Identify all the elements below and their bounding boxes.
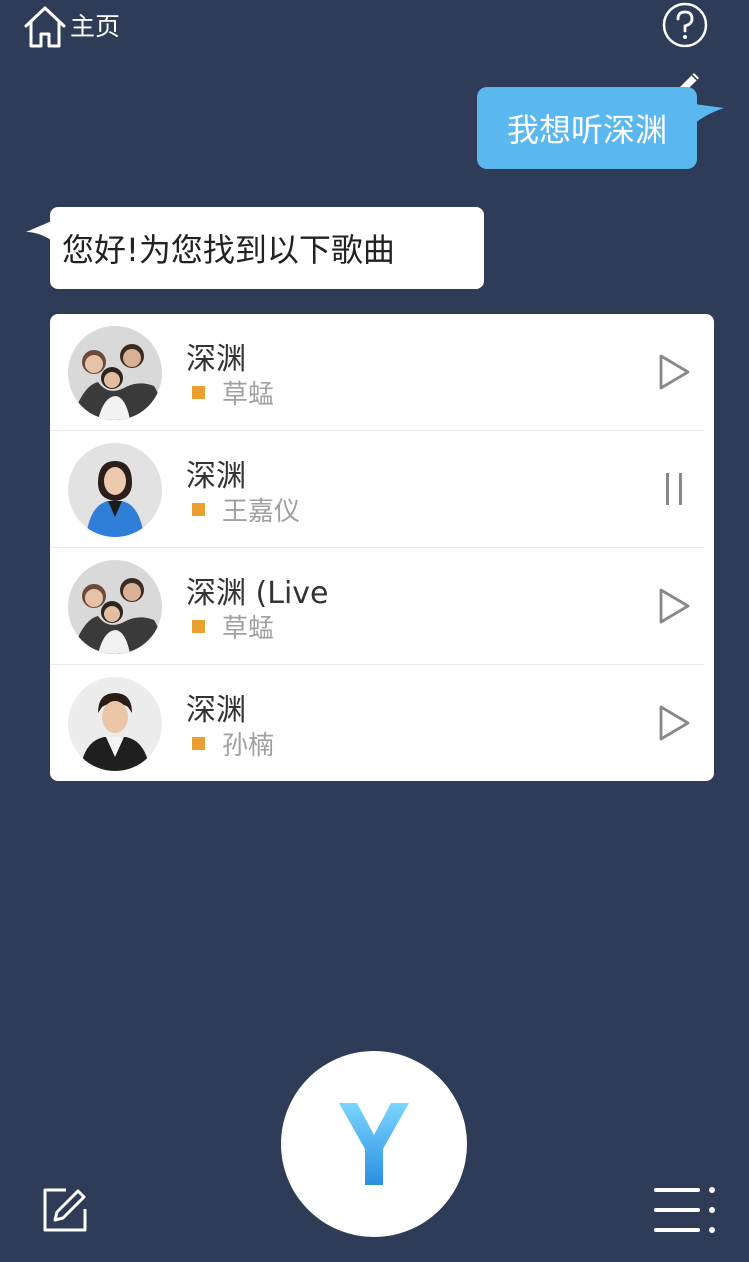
artist-avatar: [68, 443, 162, 537]
song-artist: 孙楠: [222, 731, 275, 761]
artist-marker: [192, 737, 205, 750]
play-icon[interactable]: [656, 352, 692, 392]
help-icon[interactable]: [660, 0, 710, 50]
artist-avatar: [68, 326, 162, 420]
song-row[interactable]: 深渊 草蜢: [50, 314, 704, 431]
bot-message-bubble: 您好!为您找到以下歌曲: [50, 207, 484, 289]
group-photo-avatar: [68, 326, 162, 420]
edit-icon[interactable]: [40, 1185, 90, 1235]
group-photo-avatar: [68, 560, 162, 654]
bot-message-text: 您好!为您找到以下歌曲: [62, 231, 395, 269]
song-title: 深渊: [186, 459, 246, 494]
song-row[interactable]: 深渊 (Live 草蜢: [50, 548, 704, 665]
pause-icon[interactable]: [656, 469, 692, 509]
top-bar: 主页: [0, 0, 749, 60]
song-artist: 草蜢: [222, 614, 275, 644]
song-row[interactable]: 深渊 王嘉仪: [50, 431, 704, 548]
menu-icon[interactable]: [654, 1186, 716, 1234]
song-title: 深渊: [186, 342, 246, 377]
song-title: 深渊 (Live: [186, 576, 329, 611]
artist-marker: [192, 620, 205, 633]
play-icon[interactable]: [656, 703, 692, 743]
song-artist: 王嘉仪: [222, 497, 301, 527]
artist-avatar: [68, 560, 162, 654]
song-artist: 草蜢: [222, 380, 275, 410]
home-label: 主页: [70, 12, 121, 41]
song-title: 深渊: [186, 693, 246, 728]
artist-marker: [192, 386, 205, 399]
song-result-list: 深渊 草蜢 深渊 王嘉仪 深渊 (Live 草蜢 深渊 孙楠: [50, 314, 714, 781]
artist-avatar: [68, 677, 162, 771]
home-icon: [24, 6, 66, 48]
singer-photo-avatar: [68, 443, 162, 537]
assistant-logo-icon: [339, 1103, 409, 1185]
singer-photo-avatar: [68, 677, 162, 771]
play-icon[interactable]: [656, 586, 692, 626]
user-bubble-tail: [694, 104, 724, 124]
user-message-bubble[interactable]: 我想听深渊: [477, 87, 697, 169]
user-message-text: 我想听深渊: [506, 111, 667, 149]
song-row[interactable]: 深渊 孙楠: [50, 665, 704, 781]
voice-input-button[interactable]: [281, 1051, 467, 1237]
home-button[interactable]: 主页: [22, 4, 120, 50]
artist-marker: [192, 503, 205, 516]
